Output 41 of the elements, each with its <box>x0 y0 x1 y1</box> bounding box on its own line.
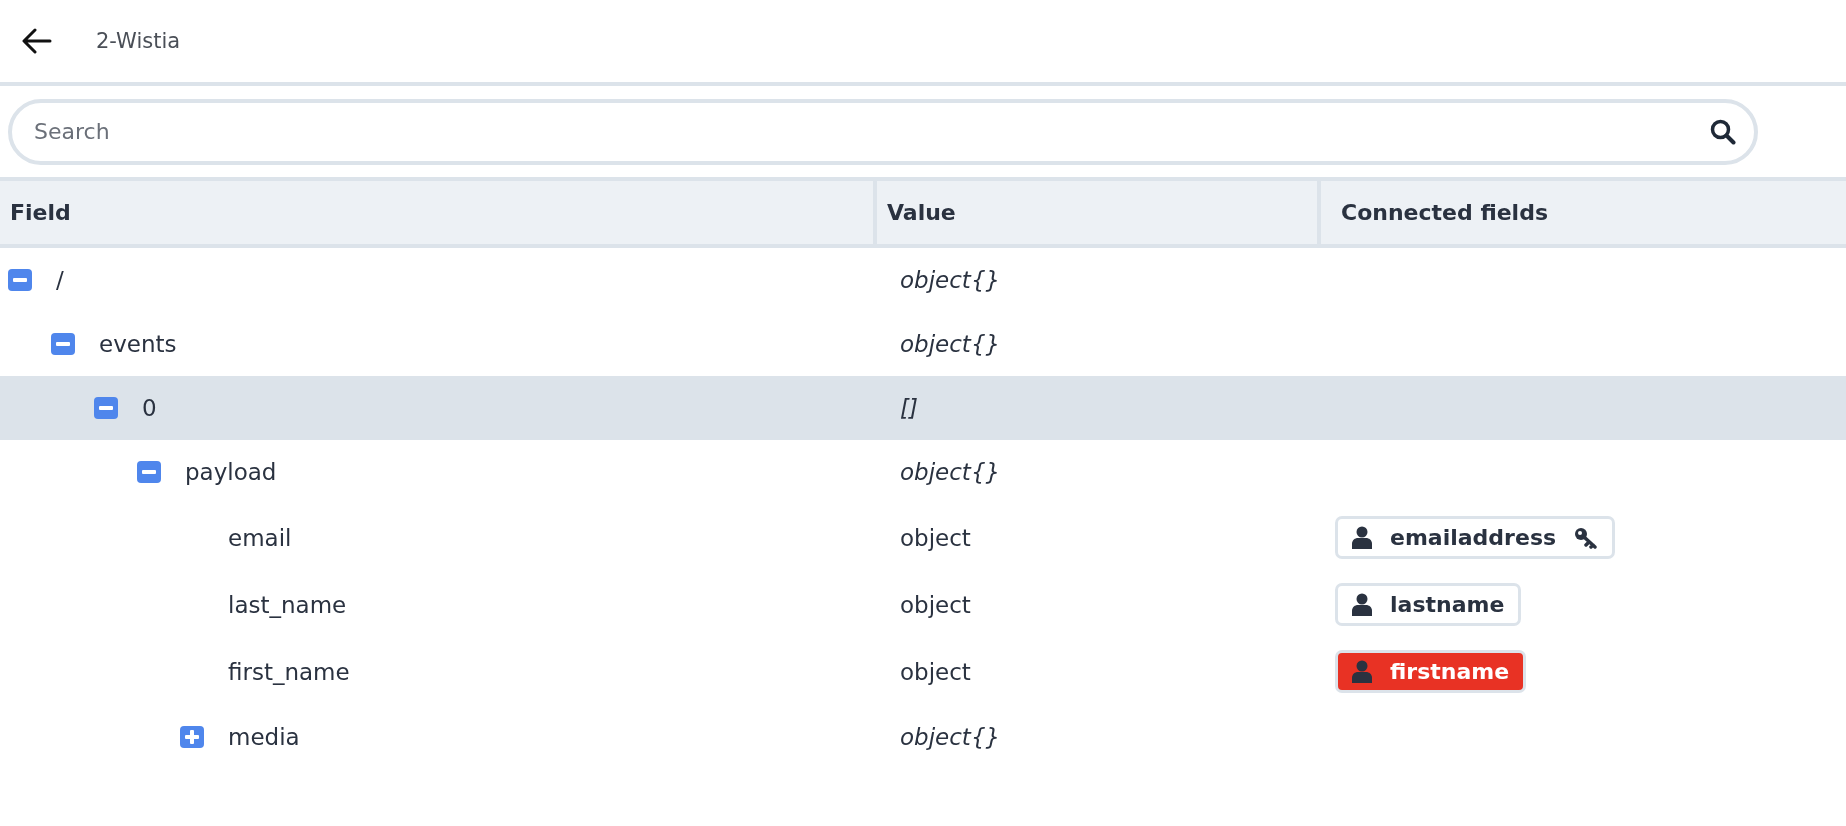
field-value: object{} <box>900 724 1001 750</box>
field-name: events <box>99 331 177 357</box>
field-name: payload <box>185 459 277 485</box>
field-name: media <box>228 724 300 750</box>
connected-field-tag[interactable]: lastname <box>1335 583 1522 626</box>
field-name: 0 <box>142 395 157 421</box>
field-name: / <box>56 267 64 293</box>
collapse-icon[interactable] <box>94 397 118 419</box>
field-value: object{} <box>900 331 1001 357</box>
connected-field-tag[interactable]: firstname <box>1335 650 1527 693</box>
tree-row[interactable]: media object{} <box>0 705 1846 769</box>
column-header: Connected fields <box>1340 199 1549 227</box>
field-value: object <box>900 658 971 685</box>
collapse-icon[interactable] <box>8 269 32 291</box>
tree-row[interactable]: last_name object lastname <box>0 571 1846 638</box>
field-value: object{} <box>900 267 1001 293</box>
column-header: Value <box>877 181 1321 244</box>
field-name: last_name <box>228 591 347 618</box>
tree-row[interactable]: payload object{} <box>0 440 1846 504</box>
expand-icon[interactable] <box>180 726 204 748</box>
user-icon <box>1352 525 1372 550</box>
collapse-icon[interactable] <box>51 333 75 355</box>
field-name: email <box>228 524 292 551</box>
field-value: [] <box>900 395 918 421</box>
collapse-icon[interactable] <box>137 461 161 483</box>
tree-row[interactable]: first_name object firstname <box>0 638 1846 705</box>
field-name: first_name <box>228 658 350 685</box>
page-title: 2-Wistia <box>96 29 181 53</box>
tree-row[interactable]: 0 [] <box>0 376 1846 440</box>
tree-row[interactable]: events object{} <box>0 312 1846 376</box>
connected-field-tag[interactable]: emailaddress <box>1335 516 1616 559</box>
field-value: object{} <box>900 459 1001 485</box>
tree-row[interactable]: email object emailaddress <box>0 504 1846 571</box>
tree-row[interactable]: / object{} <box>0 248 1846 312</box>
user-icon <box>1352 592 1372 617</box>
field-value: object <box>900 524 971 551</box>
field-value: object <box>900 591 971 618</box>
search-field[interactable]: Search <box>8 98 1758 165</box>
search-icon[interactable] <box>1710 118 1736 145</box>
user-icon <box>1352 659 1372 684</box>
column-header: Field <box>0 181 877 244</box>
